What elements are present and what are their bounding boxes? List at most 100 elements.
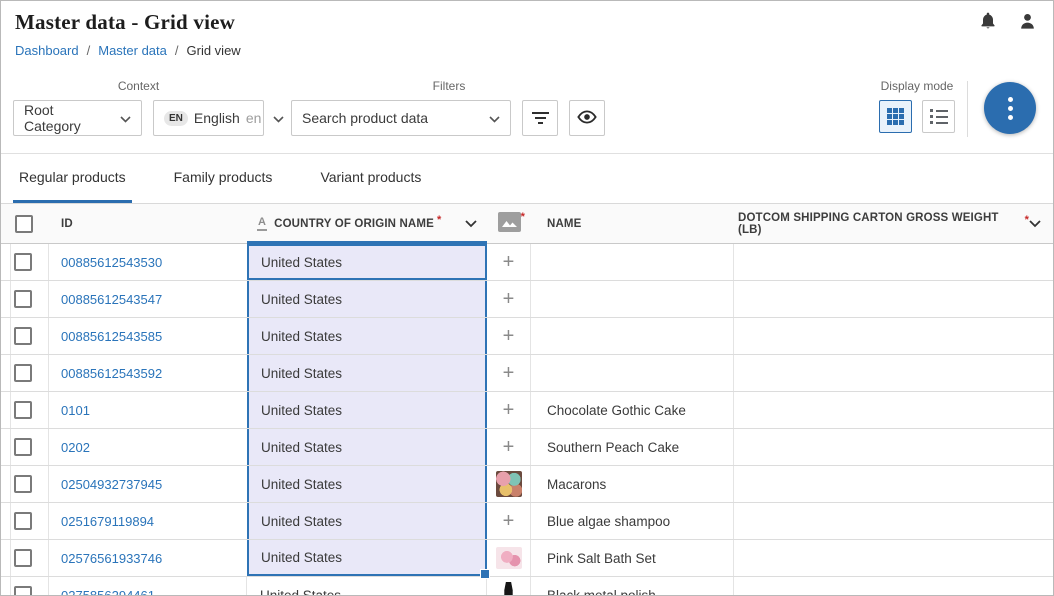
required-asterisk: * [521,211,525,223]
column-menu-chevron-icon[interactable] [465,220,477,228]
product-type-tabs: Regular products Family products Variant… [1,154,1053,204]
add-image-icon: + [503,288,515,311]
chevron-down-icon [273,110,284,126]
country-cell-active[interactable]: United States [247,244,487,280]
column-header-name[interactable]: NAME [531,204,734,243]
name-cell[interactable]: Black metal polish [531,577,734,596]
row-checkbox[interactable] [14,401,32,419]
country-cell[interactable]: United States [247,318,487,354]
grid-view-toggle[interactable] [879,100,912,133]
category-dropdown[interactable]: Root Category [13,100,142,136]
country-cell[interactable]: United States [247,281,487,317]
name-cell[interactable] [531,244,734,280]
column-menu-chevron-icon[interactable] [1029,220,1041,228]
notifications-bell-icon[interactable] [978,10,998,32]
tab-variant-products[interactable]: Variant products [314,154,427,203]
product-id-link[interactable]: 0275856294461 [61,588,155,596]
product-image-cell[interactable]: + [487,355,531,391]
name-cell[interactable] [531,355,734,391]
product-image-cell[interactable] [487,577,531,596]
country-cell[interactable]: United States [247,503,487,539]
breadcrumb-dashboard[interactable]: Dashboard [15,43,79,58]
name-cell[interactable]: Chocolate Gothic Cake [531,392,734,428]
locale-code: en [246,110,262,126]
product-image-cell[interactable] [487,540,531,576]
filter-button[interactable] [522,100,558,136]
weight-cell[interactable] [734,392,1053,428]
product-id-link[interactable]: 0251679119894 [61,514,154,529]
search-product-dropdown[interactable]: Search product data [291,100,511,136]
country-cell[interactable]: United States [247,429,487,465]
toolbar: Context Root Category EN English en Filt… [1,67,1053,154]
add-image-icon: + [503,251,515,274]
weight-cell[interactable] [734,355,1053,391]
user-account-icon[interactable] [1018,12,1037,31]
row-checkbox[interactable] [14,290,32,308]
product-id-link[interactable]: 02504932737945 [61,477,162,492]
more-actions-fab[interactable] [984,82,1036,134]
product-id-link[interactable]: 00885612543547 [61,292,162,307]
row-checkbox[interactable] [14,438,32,456]
name-cell[interactable] [531,281,734,317]
country-cell[interactable]: United States [247,577,487,596]
row-checkbox[interactable] [14,586,32,596]
tab-family-products[interactable]: Family products [168,154,279,203]
row-gutter [1,318,11,354]
product-image-cell[interactable]: + [487,503,531,539]
product-id-link[interactable]: 0101 [61,403,90,418]
product-id-link[interactable]: 00885612543585 [61,329,162,344]
list-view-toggle[interactable] [922,100,955,133]
weight-cell[interactable] [734,244,1053,280]
name-cell[interactable] [531,318,734,354]
row-gutter [1,577,11,596]
weight-cell[interactable] [734,577,1053,596]
header-gutter [1,204,11,243]
grid-body: 00885612543530 United States + 008856125… [1,244,1053,596]
row-checkbox[interactable] [14,475,32,493]
weight-cell[interactable] [734,281,1053,317]
name-cell[interactable]: Macarons [531,466,734,502]
row-checkbox[interactable] [14,327,32,345]
row-checkbox[interactable] [14,364,32,382]
search-product-label: Search product data [302,110,428,126]
product-id-link[interactable]: 00885612543592 [61,366,162,381]
breadcrumb-master-data[interactable]: Master data [98,43,167,58]
product-image-cell[interactable]: + [487,392,531,428]
product-image-cell[interactable]: + [487,281,531,317]
table-row: 0101 United States + Chocolate Gothic Ca… [1,392,1053,429]
weight-cell[interactable] [734,466,1053,502]
product-id-link[interactable]: 00885612543530 [61,255,162,270]
locale-dropdown[interactable]: EN English en [153,100,264,136]
column-header-image[interactable]: * [487,204,531,243]
product-image-cell[interactable] [487,466,531,502]
country-cell[interactable]: United States [247,392,487,428]
column-header-shipping-weight[interactable]: DOTCOM SHIPPING CARTON GROSS WEIGHT (LB)… [734,204,1053,243]
name-cell[interactable]: Southern Peach Cake [531,429,734,465]
product-image-cell[interactable]: + [487,429,531,465]
product-image-cell[interactable]: + [487,244,531,280]
product-id-link[interactable]: 02576561933746 [61,551,162,566]
category-dropdown-value: Root Category [24,102,108,134]
header-actions [978,10,1037,32]
row-checkbox[interactable] [14,549,32,567]
name-cell[interactable]: Blue algae shampoo [531,503,734,539]
weight-cell[interactable] [734,540,1053,576]
row-checkbox[interactable] [14,512,32,530]
view-settings-button[interactable] [569,100,605,136]
product-id-link[interactable]: 0202 [61,440,90,455]
country-cell-selection-end[interactable]: United States [247,540,487,576]
weight-cell[interactable] [734,503,1053,539]
product-image-cell[interactable]: + [487,318,531,354]
country-cell[interactable]: United States [247,466,487,502]
select-all-checkbox[interactable] [15,215,33,233]
column-header-id[interactable]: ID [49,204,247,243]
add-image-icon: + [503,399,515,422]
country-cell[interactable]: United States [247,355,487,391]
table-row: 00885612543547 United States + [1,281,1053,318]
row-checkbox[interactable] [14,253,32,271]
name-cell[interactable]: Pink Salt Bath Set [531,540,734,576]
weight-cell[interactable] [734,429,1053,465]
weight-cell[interactable] [734,318,1053,354]
tab-regular-products[interactable]: Regular products [13,154,132,203]
column-header-country-of-origin[interactable]: A COUNTRY OF ORIGIN NAME * [247,204,487,243]
